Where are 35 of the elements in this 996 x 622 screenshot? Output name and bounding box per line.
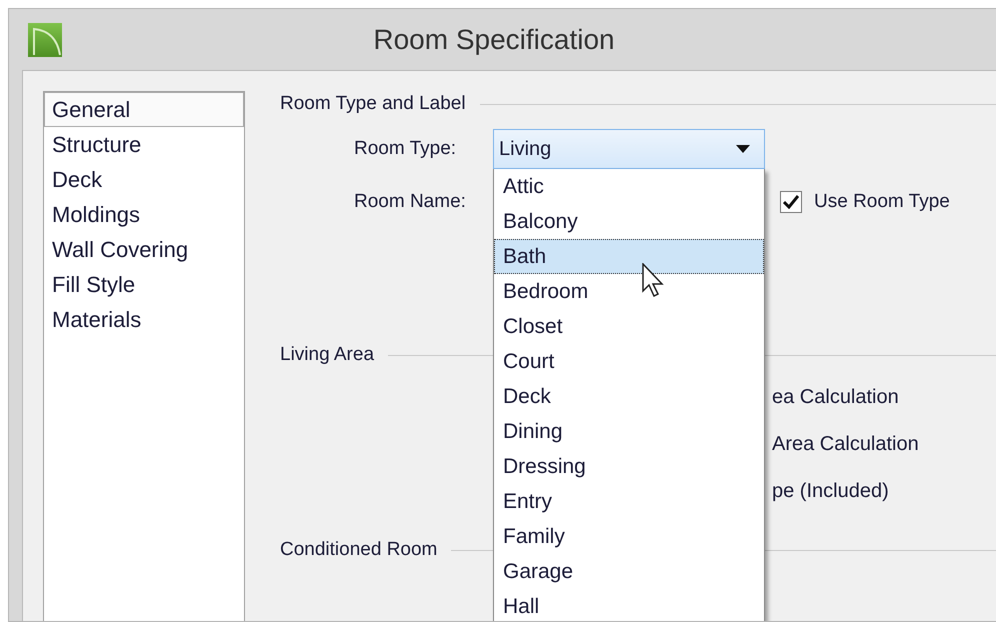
dropdown-option[interactable]: Dining — [494, 414, 764, 449]
mouse-pointer-icon — [642, 263, 666, 299]
dropdown-option[interactable]: Bedroom — [494, 274, 764, 309]
dropdown-option[interactable]: Court — [494, 344, 764, 379]
window-title: Room Specification — [373, 24, 615, 56]
checkbox-label: Use Room Type — [814, 191, 950, 213]
dropdown-option[interactable]: Deck — [494, 379, 764, 414]
dropdown-option[interactable]: Bath — [494, 239, 764, 274]
dropdown-option[interactable]: Dressing — [494, 449, 764, 484]
caret-icon — [736, 145, 750, 153]
dropdown-option[interactable]: Family — [494, 519, 764, 554]
category-item[interactable]: Materials — [44, 302, 244, 337]
category-item[interactable]: Deck — [44, 162, 244, 197]
field-label: Room Type: — [354, 138, 458, 160]
dropdown-option[interactable]: Entry — [494, 484, 764, 519]
app-icon — [28, 23, 62, 57]
category-item[interactable]: Moldings — [44, 197, 244, 232]
option-label: pe (Included) — [772, 480, 890, 503]
group-title: Room Type and Label — [280, 93, 466, 115]
dropdown-option[interactable]: Garage — [494, 554, 764, 589]
category-item[interactable]: Fill Style — [44, 267, 244, 302]
category-item[interactable]: Structure — [44, 127, 244, 162]
option-label: Area Calculation — [772, 433, 920, 456]
dropdown-option[interactable]: Hall — [494, 589, 764, 621]
field-label: Room Name: — [354, 191, 467, 213]
dropdown-option[interactable]: Balcony — [494, 204, 764, 239]
checkbox[interactable] — [780, 191, 802, 213]
dropdown-option[interactable]: Closet — [494, 309, 764, 344]
category-item[interactable]: General — [44, 92, 244, 127]
group-title: Conditioned Room — [280, 539, 438, 561]
category-item[interactable]: Wall Covering — [44, 232, 244, 267]
dropdown-option[interactable]: Attic — [494, 169, 764, 204]
room-type-dropdown[interactable]: Living — [493, 129, 765, 169]
option-label: ea Calculation — [772, 386, 900, 409]
group-title: Living Area — [280, 344, 374, 366]
